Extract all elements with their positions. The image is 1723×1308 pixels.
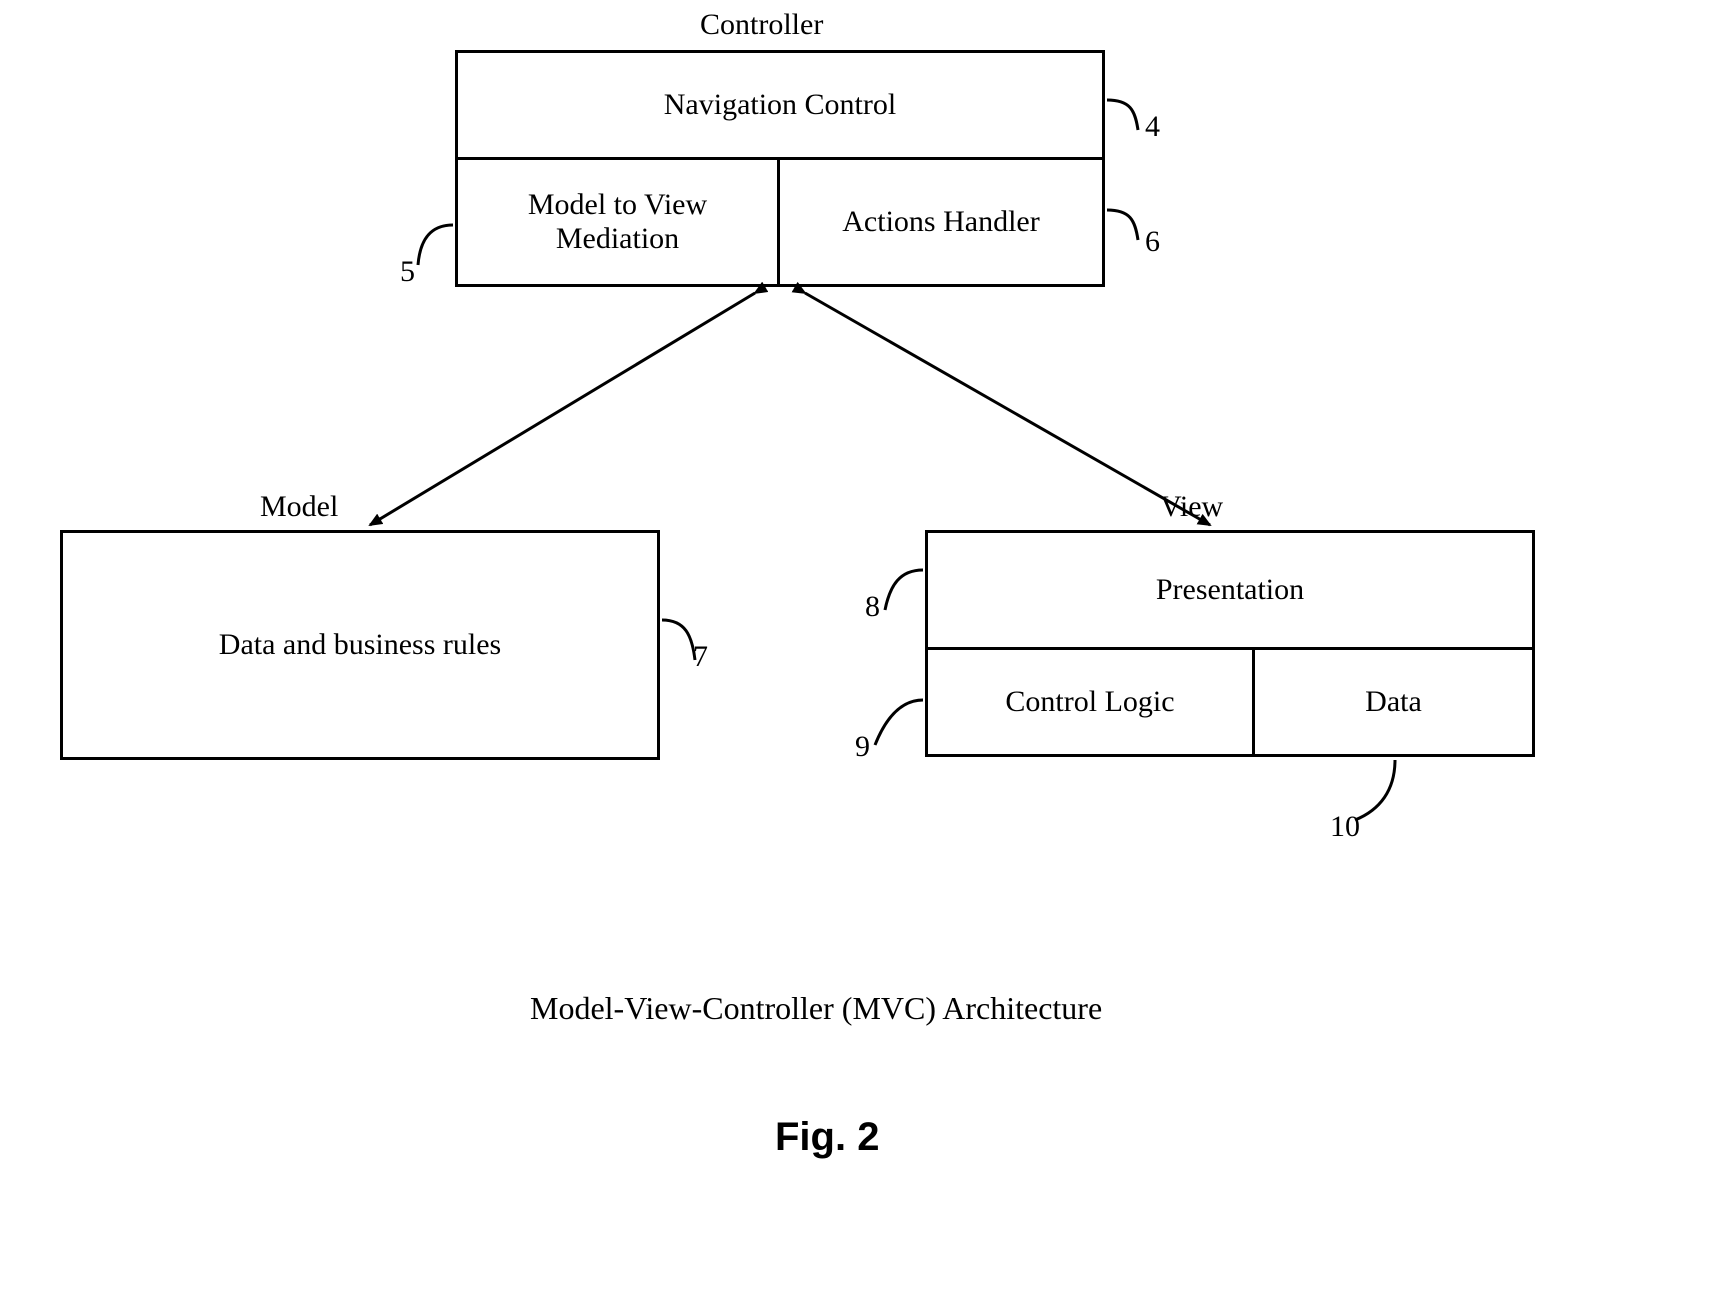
view-title: View xyxy=(1160,490,1223,524)
callout-curve-6 xyxy=(1107,210,1138,240)
model-box: Data and business rules xyxy=(60,530,660,760)
diagram-stage: Controller Navigation Control Model to V… xyxy=(0,0,1723,1308)
model-to-view-mediation-box: Model to View Mediation xyxy=(455,157,780,287)
callout-7: 7 xyxy=(693,640,708,674)
view-data-label: Data xyxy=(1365,685,1422,719)
arrow-controller-to-model xyxy=(370,293,755,525)
callout-6: 6 xyxy=(1145,225,1160,259)
arrow-controller-to-view xyxy=(805,293,1210,525)
controller-title: Controller xyxy=(700,8,823,42)
callout-curve-7 xyxy=(662,620,695,660)
diagram-caption: Model-View-Controller (MVC) Architecture xyxy=(530,990,1102,1027)
callout-8: 8 xyxy=(865,590,880,624)
navigation-control-label: Navigation Control xyxy=(664,88,896,122)
callout-10: 10 xyxy=(1330,810,1360,844)
model-content-label: Data and business rules xyxy=(219,628,501,662)
figure-label: Fig. 2 xyxy=(775,1115,879,1160)
model-to-view-mediation-label: Model to View Mediation xyxy=(466,188,769,256)
callout-9: 9 xyxy=(855,730,870,764)
callout-4: 4 xyxy=(1145,110,1160,144)
callout-curve-4 xyxy=(1107,100,1138,130)
navigation-control-box: Navigation Control xyxy=(455,50,1105,160)
control-logic-box: Control Logic xyxy=(925,647,1255,757)
callout-5: 5 xyxy=(400,255,415,289)
model-title: Model xyxy=(260,490,338,524)
presentation-label: Presentation xyxy=(1156,573,1304,607)
presentation-box: Presentation xyxy=(925,530,1535,650)
control-logic-label: Control Logic xyxy=(1005,685,1174,719)
view-data-box: Data xyxy=(1252,647,1535,757)
callout-curve-9 xyxy=(875,700,923,745)
actions-handler-label: Actions Handler xyxy=(842,205,1039,239)
callout-curve-10 xyxy=(1355,760,1395,820)
callout-curve-8 xyxy=(885,570,923,610)
actions-handler-box: Actions Handler xyxy=(777,157,1105,287)
callout-curve-5 xyxy=(418,225,453,265)
